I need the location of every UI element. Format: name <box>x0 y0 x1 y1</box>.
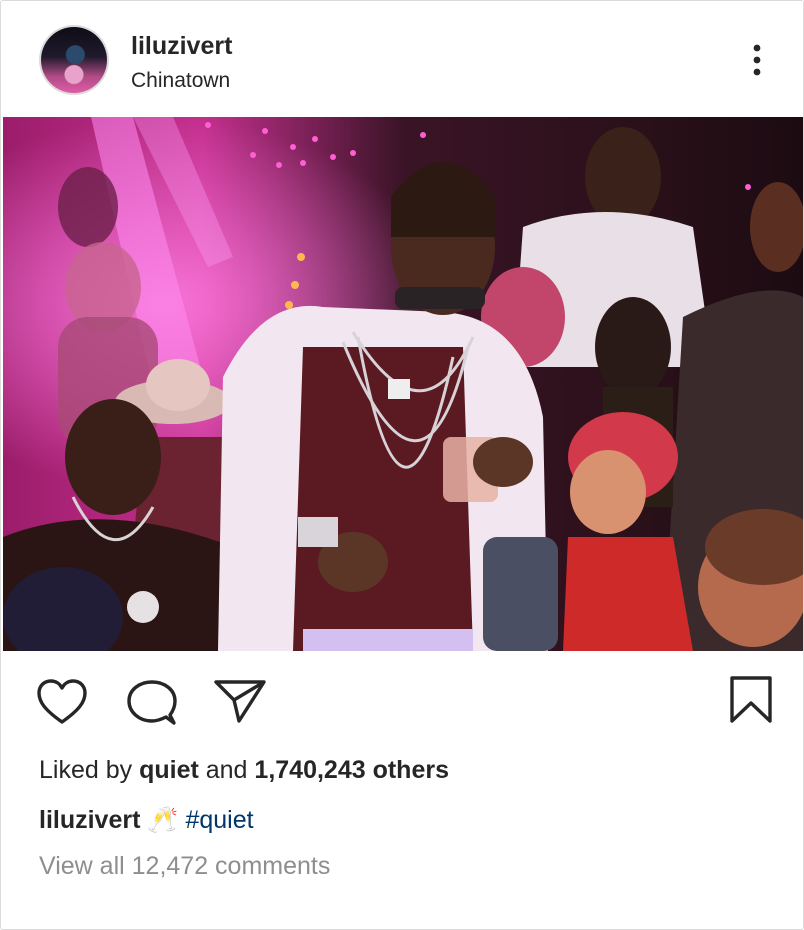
caption-username[interactable]: liluzivert <box>39 806 140 834</box>
post-card: liluzivert Chinatown Liked by quiet and … <box>0 0 804 930</box>
likes-summary: Liked by quiet and 1,740,243 others <box>39 756 449 785</box>
post-header: liluzivert Chinatown <box>1 1 803 117</box>
comment-icon[interactable] <box>126 678 178 728</box>
post-caption: liluzivert 🥂 #quiet <box>39 806 254 835</box>
view-comments-link[interactable]: View all 12,472 comments <box>39 852 330 881</box>
more-vertical-icon[interactable] <box>745 43 769 77</box>
heart-icon[interactable] <box>35 677 89 727</box>
send-icon[interactable] <box>213 677 267 725</box>
likes-prefix: Liked by <box>39 756 133 784</box>
caption-hashtag[interactable]: #quiet <box>185 806 253 834</box>
post-username[interactable]: liluzivert <box>131 32 232 61</box>
likes-middle: and <box>205 756 248 784</box>
caption-emoji: 🥂 <box>147 806 179 834</box>
post-photo[interactable] <box>3 117 803 651</box>
avatar[interactable] <box>41 27 107 93</box>
likes-count[interactable]: 1,740,243 others <box>254 756 449 784</box>
bookmark-icon[interactable] <box>727 675 775 725</box>
party-photo-illustration <box>3 117 803 651</box>
post-location[interactable]: Chinatown <box>131 69 230 93</box>
liked-by-user[interactable]: quiet <box>139 756 199 784</box>
post-actions <box>1 651 803 751</box>
